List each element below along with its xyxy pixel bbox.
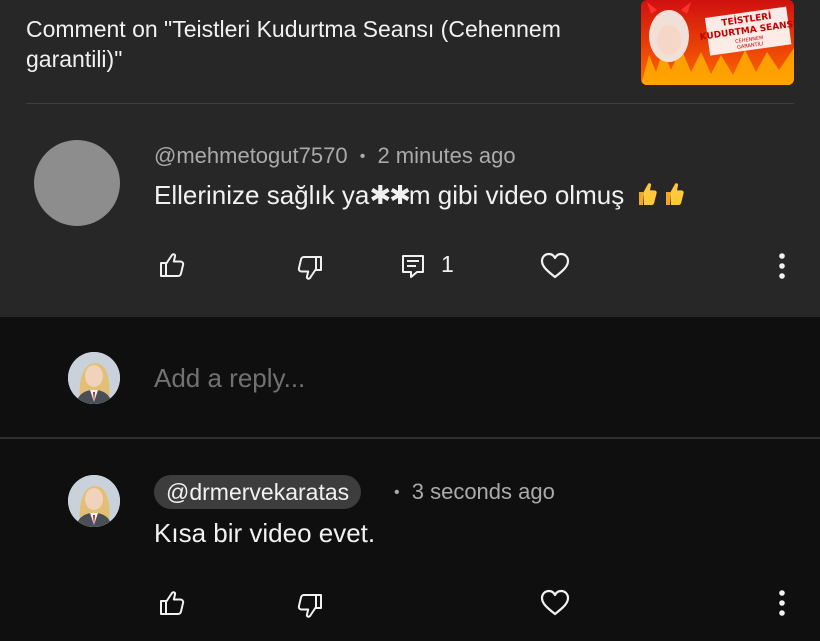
thumbs-down-icon [295, 253, 325, 283]
reply-author-chip[interactable]: @drmervekaratas [154, 475, 362, 509]
thumbs-up-emoji-icon [661, 180, 685, 208]
comment-author[interactable]: @mehmetogut7570 [154, 143, 348, 168]
thumbs-up-icon [157, 588, 187, 618]
like-button[interactable] [157, 250, 187, 280]
reply-author-avatar[interactable] [68, 475, 120, 527]
more-options-button[interactable] [767, 251, 797, 281]
meta-separator: • [359, 148, 366, 165]
meta-separator: • [394, 484, 400, 501]
section-divider [0, 437, 820, 439]
reply-more-options-button[interactable] [767, 588, 797, 618]
reply-count[interactable]: 1 [441, 251, 454, 278]
current-user-avatar [68, 352, 120, 404]
page-title: Comment on "Teistleri Kudurtma Seansı (C… [26, 16, 561, 72]
reply-text: Kısa bir video evet. [154, 518, 376, 548]
reply-meta: • 3 seconds ago [394, 479, 555, 505]
comment-card: Comment on "Teistleri Kudurtma Seansı (C… [0, 0, 820, 317]
dislike-button[interactable] [295, 253, 325, 283]
video-thumbnail[interactable]: TEİSTLERİ KUDURTMA SEANSI CEHENNEM GARAN… [641, 0, 794, 85]
commenter-avatar[interactable] [34, 140, 120, 226]
thumbs-up-emoji-icon [634, 180, 658, 208]
comment-icon [398, 251, 428, 281]
reply-heart-button[interactable] [540, 588, 570, 618]
thumbs-up-icon [157, 250, 187, 280]
reply-dislike-button[interactable] [295, 591, 325, 621]
comment-meta: @mehmetogut7570 • 2 minutes ago [154, 143, 516, 169]
reply-time: 3 seconds ago [411, 479, 555, 504]
reply-button[interactable] [398, 251, 428, 281]
heart-icon [540, 588, 570, 618]
more-vert-icon [767, 588, 797, 618]
thumbs-down-icon [295, 591, 325, 621]
more-vert-icon [767, 251, 797, 281]
reply-like-button[interactable] [157, 588, 187, 618]
censored-text: ✱✱ [369, 180, 411, 210]
comment-time: 2 minutes ago [377, 143, 516, 168]
header-divider [26, 103, 794, 104]
reply-input[interactable]: Add a reply... [154, 363, 305, 394]
heart-button[interactable] [540, 251, 570, 281]
comment-text: Ellerinize sağlık ya✱✱m gibi video olmuş [154, 180, 685, 211]
heart-icon [540, 251, 570, 281]
